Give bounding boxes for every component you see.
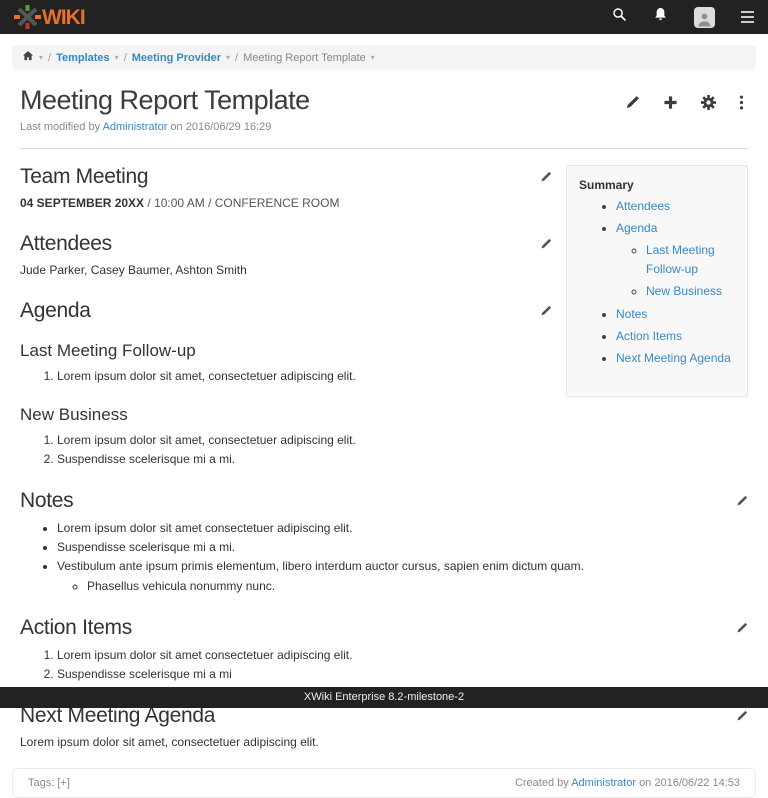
section-attendees: Attendees xyxy=(20,232,552,256)
list-item: Phasellus vehicula nonummy nunc. xyxy=(87,577,748,596)
toc-item: Next Meeting Agenda xyxy=(616,349,737,368)
settings-button[interactable] xyxy=(701,95,716,115)
toc-link-new-business[interactable]: New Business xyxy=(646,284,722,298)
header-divider xyxy=(20,148,748,149)
drawer-menu-button[interactable] xyxy=(741,11,754,23)
add-tag-button[interactable]: [+] xyxy=(57,777,70,789)
section-edit-button[interactable] xyxy=(736,616,748,640)
section-notes: Notes xyxy=(20,489,748,513)
breadcrumb-caret[interactable]: ▾ xyxy=(39,54,43,62)
breadcrumb-caret[interactable]: ▾ xyxy=(226,54,230,62)
kebab-icon xyxy=(739,95,744,115)
bell-icon xyxy=(653,7,668,27)
search-icon xyxy=(612,7,627,27)
breadcrumb-caret[interactable]: ▾ xyxy=(115,54,119,62)
home-icon xyxy=(22,53,34,65)
toc-link-next-meeting[interactable]: Next Meeting Agenda xyxy=(616,351,731,365)
toc-link-last-meeting[interactable]: Last Meeting Follow-up xyxy=(646,243,715,276)
list-item: Vestibulum ante ipsum primis elementum, … xyxy=(57,557,748,595)
toc-link-notes[interactable]: Notes xyxy=(616,307,647,321)
page-title: Meeting Report Template xyxy=(20,86,310,116)
edit-button[interactable] xyxy=(625,95,640,115)
section-new-business: New Business xyxy=(20,405,748,425)
toc-item: Agenda Last Meeting Follow-up New Busine… xyxy=(616,219,737,302)
created-line: Created by Administrator on 2016/06/22 1… xyxy=(515,777,740,789)
tags-area: Tags: [+] xyxy=(28,777,70,789)
user-menu-button[interactable] xyxy=(694,7,715,28)
breadcrumb-home-link[interactable] xyxy=(22,50,34,65)
section-agenda: Agenda xyxy=(20,299,552,323)
list-item: Suspendisse scelerisque mi a mi. xyxy=(57,450,748,469)
list-item: Suspendisse scelerisque mi a mi xyxy=(57,665,748,684)
xwiki-logo[interactable]: WIKI xyxy=(14,5,85,29)
breadcrumb: ▾ / Templates ▾ / Meeting Provider ▾ / M… xyxy=(12,45,756,70)
pencil-icon xyxy=(540,232,552,256)
create-button[interactable] xyxy=(663,95,678,115)
toc-link-agenda[interactable]: Agenda xyxy=(616,221,657,235)
section-title: Agenda xyxy=(20,299,91,323)
navbar-actions xyxy=(612,7,754,28)
toc-item: Last Meeting Follow-up xyxy=(646,241,737,279)
section-title: Team Meeting xyxy=(20,165,148,189)
toc-item: Attendees xyxy=(616,197,737,216)
section-title: Attendees xyxy=(20,232,112,256)
section-action-items: Action Items xyxy=(20,616,748,640)
user-avatar-icon xyxy=(694,7,715,28)
search-button[interactable] xyxy=(612,7,627,27)
breadcrumb-caret[interactable]: ▾ xyxy=(371,54,375,62)
toc-item: Action Items xyxy=(616,327,737,346)
list-item: Suspendisse scelerisque mi a mi. xyxy=(57,538,748,557)
toc-item: Notes xyxy=(616,305,737,324)
created-by-user-link[interactable]: Administrator xyxy=(571,777,636,789)
toc-link-action-items[interactable]: Action Items xyxy=(616,329,682,343)
x-logo-icon xyxy=(14,5,41,29)
section-title: Notes xyxy=(20,489,73,513)
document-content: Summary Attendees Agenda Last Meeting Fo… xyxy=(0,165,768,752)
pencil-icon xyxy=(736,489,748,513)
list-item: Lorem ipsum dolor sit amet consectetuer … xyxy=(57,646,748,665)
summary-title: Summary xyxy=(579,178,737,192)
notifications-button[interactable] xyxy=(653,7,668,27)
brand-text: WIKI xyxy=(42,7,85,28)
list-item: Lorem ipsum dolor sit amet consectetuer … xyxy=(57,519,748,538)
more-actions-button[interactable] xyxy=(739,95,744,115)
pencil-icon xyxy=(736,616,748,640)
last-modified-line: Last modified by Administrator on 2016/0… xyxy=(0,121,768,133)
breadcrumb-link-templates[interactable]: Templates xyxy=(56,52,110,64)
section-title: Action Items xyxy=(20,616,132,640)
summary-panel: Summary Attendees Agenda Last Meeting Fo… xyxy=(566,165,748,398)
toc-link-attendees[interactable]: Attendees xyxy=(616,199,670,213)
gear-icon xyxy=(701,95,716,115)
pencil-icon xyxy=(625,95,640,115)
document-footer: Tags: [+] Created by Administrator on 20… xyxy=(12,768,756,798)
modified-by-user-link[interactable]: Administrator xyxy=(103,121,168,133)
pencil-icon xyxy=(540,165,552,189)
list-item: Lorem ipsum dolor sit amet, consectetuer… xyxy=(57,431,748,450)
breadcrumb-current-page: Meeting Report Template xyxy=(243,52,366,64)
next-meeting-text: Lorem ipsum dolor sit amet, consectetuer… xyxy=(20,734,748,751)
section-edit-button[interactable] xyxy=(540,232,552,256)
version-text: XWiki Enterprise 8.2-milestone-2 xyxy=(304,691,464,703)
plus-icon xyxy=(663,95,678,115)
section-edit-button[interactable] xyxy=(540,299,552,323)
toc-item: New Business xyxy=(646,282,737,301)
breadcrumb-link-meeting-provider[interactable]: Meeting Provider xyxy=(132,52,221,64)
version-bar: XWiki Enterprise 8.2-milestone-2 xyxy=(0,687,768,708)
tags-label: Tags: xyxy=(28,777,54,789)
page-actions xyxy=(625,95,744,115)
pencil-icon xyxy=(540,299,552,323)
section-edit-button[interactable] xyxy=(540,165,552,189)
top-navbar: WIKI xyxy=(0,0,768,34)
section-team-meeting: Team Meeting xyxy=(20,165,552,189)
page-header: Meeting Report Template xyxy=(0,86,768,116)
section-edit-button[interactable] xyxy=(736,489,748,513)
